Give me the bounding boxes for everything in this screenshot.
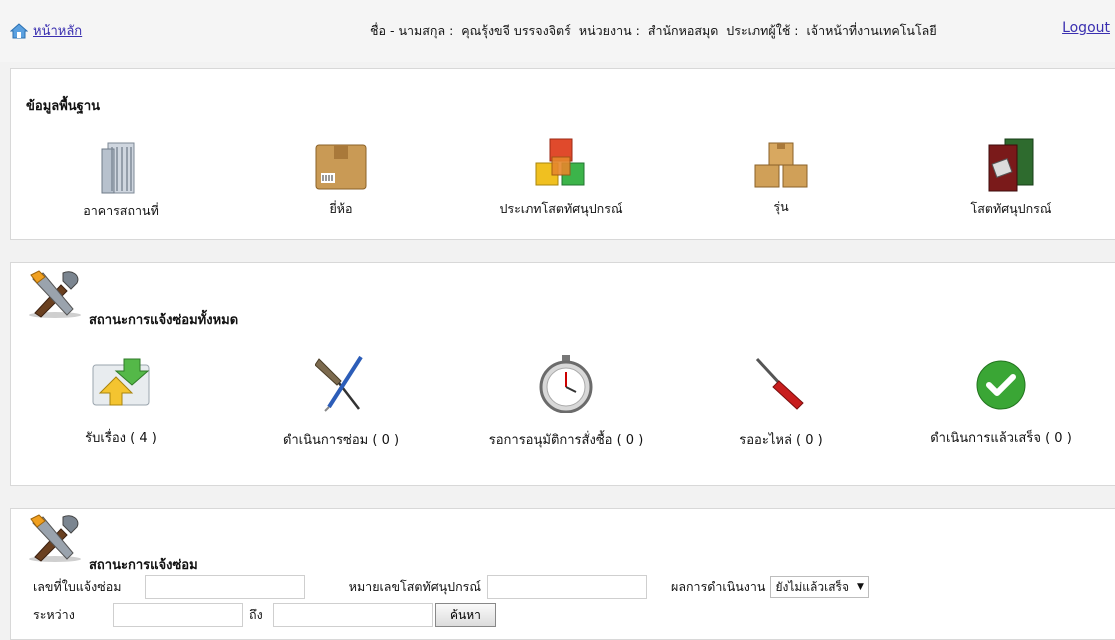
between-label: ระหว่าง	[33, 607, 75, 622]
basic-item-building[interactable]: อาคารสถานที่	[66, 139, 176, 221]
home-link[interactable]: หน้าหลัก	[10, 20, 82, 41]
basic-item-equipment-type-label: ประเภทโสตทัศนุปกรณ์	[499, 201, 623, 216]
to-label: ถึง	[249, 607, 263, 622]
search-row-1: เลขที่ใบแจ้งซ่อม หมายเลขโสตทัศนุปกรณ์ ผล…	[33, 575, 869, 599]
status-item-received-label: รับเรื่อง ( 4 )	[85, 431, 157, 446]
stopwatch-icon	[539, 355, 593, 413]
home-link-label[interactable]: หน้าหลัก	[33, 20, 82, 41]
unit-label: หน่วยงาน :	[578, 23, 640, 38]
boxes-icon	[754, 142, 808, 188]
basic-data-panel: ข้อมูลพื้นฐาน อาคารสถานที่ ยี่ห้อ ประเภท…	[10, 68, 1115, 240]
status-item-completed[interactable]: ดำเนินการแล้วเสร็จ ( 0 )	[916, 355, 1086, 448]
status-item-completed-label: ดำเนินการแล้วเสร็จ ( 0 )	[930, 431, 1072, 446]
basic-data-title: ข้อมูลพื้นฐาน	[26, 99, 101, 114]
status-search-panel: สถานะการแจ้งซ่อม เลขที่ใบแจ้งซ่อม หมายเล…	[10, 508, 1115, 640]
ticket-no-label: เลขที่ใบแจ้งซ่อม	[33, 579, 122, 594]
user-info: ชื่อ - นามสกุล : คุณรุ้งขจี บรรจงจิตร์ ห…	[370, 21, 941, 41]
status-item-repairing[interactable]: ดำเนินการซ่อม ( 0 )	[266, 355, 416, 450]
cubes-icon	[535, 138, 585, 186]
date-to-input[interactable]	[273, 603, 433, 627]
tools-icon	[29, 270, 81, 318]
top-bar: หน้าหลัก ชื่อ - นามสกุล : คุณรุ้งขจี บรร…	[0, 0, 1115, 62]
home-icon	[10, 22, 28, 38]
basic-item-model-label: รุ่น	[773, 199, 789, 214]
status-item-awaiting-parts-label: รออะไหล่ ( 0 )	[739, 433, 823, 448]
basic-item-equipment-label: โสตทัศนุปกรณ์	[970, 201, 1052, 216]
equipment-icon	[988, 138, 1034, 192]
basic-item-model[interactable]: รุ่น	[731, 141, 831, 217]
date-from-input[interactable]	[113, 603, 243, 627]
repair-tools-icon	[315, 355, 363, 412]
status-all-title: สถานะการแจ้งซ่อมทั้งหมด	[89, 313, 239, 328]
status-item-awaiting-parts[interactable]: รออะไหล่ ( 0 )	[716, 355, 846, 450]
ticket-no-input[interactable]	[145, 575, 305, 599]
search-button[interactable]: ค้นหา	[435, 603, 496, 627]
basic-item-equipment-type[interactable]: ประเภทโสตทัศนุปกรณ์	[481, 137, 641, 219]
status-item-repairing-label: ดำเนินการซ่อม ( 0 )	[282, 433, 400, 448]
basic-item-building-label: อาคารสถานที่	[83, 203, 159, 218]
tools-icon	[29, 514, 81, 562]
logout-link[interactable]: Logout	[1062, 20, 1110, 36]
user-type-value: เจ้าหน้าที่งานเทคโนโลยี	[806, 23, 937, 38]
status-item-awaiting-approval-label: รอการอนุมัติการสั่งซื้อ ( 0 )	[488, 433, 644, 448]
status-search-title: สถานะการแจ้งซ่อม	[89, 558, 198, 573]
check-icon	[976, 360, 1026, 410]
user-type-label: ประเภทผู้ใช้ :	[726, 23, 799, 38]
unit-value: สำนักหอสมุด	[647, 23, 719, 38]
result-select[interactable]: ยังไม่แล้วเสร็จ ▼	[770, 576, 869, 598]
equipment-no-label: หมายเลขโสตทัศนุปกรณ์	[348, 579, 481, 594]
result-label: ผลการดำเนินงาน	[671, 579, 766, 594]
box-icon	[315, 144, 367, 190]
status-item-awaiting-approval[interactable]: รอการอนุมัติการสั่งซื้อ ( 0 )	[466, 355, 666, 450]
result-select-value: ยังไม่แล้วเสร็จ	[775, 579, 850, 594]
name-label: ชื่อ - นามสกุล :	[370, 23, 454, 38]
screwdriver-icon	[755, 357, 804, 410]
receive-icon	[92, 358, 150, 406]
chevron-down-icon: ▼	[857, 582, 864, 592]
basic-item-brand-label: ยี่ห้อ	[329, 201, 353, 216]
name-value: คุณรุ้งขจี บรรจงจิตร์	[461, 23, 571, 38]
basic-item-brand[interactable]: ยี่ห้อ	[291, 141, 391, 219]
equipment-no-input[interactable]	[487, 575, 647, 599]
status-all-panel: สถานะการแจ้งซ่อมทั้งหมด รับเรื่อง ( 4 ) …	[10, 262, 1115, 486]
search-row-2: ระหว่าง ถึง ค้นหา	[33, 603, 496, 627]
status-item-received[interactable]: รับเรื่อง ( 4 )	[66, 355, 176, 448]
basic-item-equipment[interactable]: โสตทัศนุปกรณ์	[951, 137, 1071, 219]
building-icon	[101, 142, 135, 194]
